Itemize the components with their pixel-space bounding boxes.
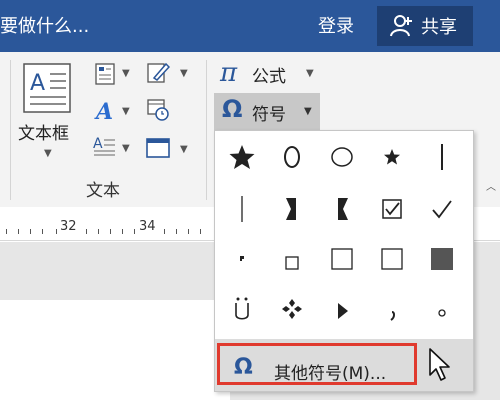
small-star-icon <box>384 149 400 165</box>
quick-parts-icon[interactable] <box>93 62 117 86</box>
pi-icon: π <box>220 58 238 88</box>
chevron-down-icon: ▼ <box>44 148 52 159</box>
square-outline-icon <box>381 248 403 270</box>
symbol-small-square[interactable] <box>269 239 315 283</box>
symbol-circle[interactable] <box>319 135 365 179</box>
ruler-tick <box>56 229 57 234</box>
group-separator <box>206 60 207 200</box>
ruler-tick <box>98 229 99 234</box>
thin-bar-icon <box>241 196 243 222</box>
symbol-square[interactable] <box>319 237 365 281</box>
small-mark-icon <box>240 256 244 261</box>
svg-text:A: A <box>30 71 45 96</box>
group-separator <box>10 60 11 200</box>
share-label: 共享 <box>421 17 457 38</box>
symbol-square-alt[interactable] <box>369 237 415 281</box>
small-circle-icon <box>438 309 446 317</box>
symbol-filled-square[interactable] <box>419 237 465 281</box>
chevron-down-icon: ▼ <box>304 106 312 117</box>
triangle-right-icon <box>338 303 348 319</box>
symbol-small-circle[interactable] <box>419 289 465 333</box>
oval-outline-icon <box>284 146 300 168</box>
ruler-tick <box>188 229 189 234</box>
omega-icon: Ω <box>222 95 243 123</box>
share-button[interactable]: 共享 <box>377 6 473 46</box>
symbol-label: 符号 <box>252 105 286 125</box>
ruler-tick <box>122 229 123 234</box>
checkmark-icon <box>432 200 452 219</box>
star-icon <box>229 145 255 169</box>
ruler-tick <box>110 229 111 234</box>
symbol-dropdown: Ω 其他符号(M)... <box>214 130 474 392</box>
ruler-tick <box>164 229 165 234</box>
symbol-small-star[interactable] <box>369 135 415 179</box>
ruler-tick <box>30 229 31 234</box>
ruler-number: 34 <box>139 219 156 234</box>
wordart-icon[interactable]: A <box>93 98 117 122</box>
symbol-checkbox[interactable] <box>369 187 415 231</box>
chevron-down-icon[interactable]: ▼ <box>122 106 130 117</box>
chevron-down-icon[interactable]: ▼ <box>122 68 130 79</box>
formula-label: 公式 <box>252 67 286 87</box>
vertical-bar-icon <box>441 144 443 170</box>
add-person-icon <box>390 15 412 37</box>
document-page[interactable] <box>0 300 230 400</box>
checkbox-checked-icon <box>382 199 402 219</box>
symbol-right-triangle[interactable] <box>319 289 365 333</box>
ruler-tick <box>42 229 43 234</box>
symbol-star[interactable] <box>219 135 265 179</box>
signature-line-icon[interactable] <box>146 60 170 84</box>
text-group-label: 文本 <box>86 181 120 201</box>
chevron-down-icon[interactable]: ▼ <box>122 143 130 154</box>
symbol-right-half-shape[interactable] <box>269 187 315 231</box>
svg-text:A: A <box>93 136 103 152</box>
comma-icon <box>390 311 396 321</box>
ruler-tick <box>134 229 135 234</box>
right-half-shape-icon <box>286 198 296 220</box>
more-symbols-row: Ω 其他符号(M)... <box>215 339 473 391</box>
omega-icon: Ω <box>234 355 253 380</box>
symbol-u-umlaut[interactable] <box>219 287 265 331</box>
chevron-down-icon[interactable]: ▼ <box>180 68 188 79</box>
symbol-small-mark[interactable] <box>219 237 265 281</box>
object-icon[interactable] <box>146 136 170 160</box>
more-symbols-button[interactable]: Ω 其他符号(M)... <box>217 343 417 385</box>
ruler-tick <box>86 229 87 234</box>
chevron-down-icon: ▼ <box>306 68 314 79</box>
ruler-tick <box>176 229 177 234</box>
symbol-comma[interactable] <box>369 287 415 331</box>
symbol-letter-o[interactable] <box>269 135 315 179</box>
more-symbols-label: 其他符号(M)... <box>274 364 387 384</box>
u-umlaut-icon <box>235 297 249 320</box>
login-button[interactable]: 登录 <box>318 12 354 38</box>
date-time-icon[interactable] <box>146 97 170 121</box>
title-bar: 要做什么... 登录 共享 <box>0 0 500 52</box>
ruler-tick <box>18 229 19 234</box>
small-square-icon <box>285 256 299 270</box>
ruler-number: 32 <box>60 219 77 234</box>
four-diamonds-icon <box>282 299 302 319</box>
circle-outline-icon <box>331 147 353 167</box>
symbol-four-diamonds[interactable] <box>269 287 315 331</box>
symbol-button[interactable]: Ω 符号 ▼ <box>214 93 320 130</box>
tell-me-search[interactable]: 要做什么... <box>0 12 89 38</box>
mouse-pointer-icon <box>429 348 450 381</box>
ruler-tick <box>6 229 7 234</box>
left-half-shape-icon <box>338 198 348 220</box>
ruler-tick <box>200 229 201 234</box>
textbox-label: 文本框 <box>18 124 69 144</box>
chevron-down-icon[interactable]: ▼ <box>180 144 188 155</box>
svg-text:A: A <box>94 99 113 122</box>
textbox-icon: A <box>23 63 71 113</box>
symbol-thin-bar[interactable] <box>219 187 265 231</box>
filled-square-icon <box>431 248 453 270</box>
symbol-vertical-bar[interactable] <box>419 135 465 179</box>
symbol-left-half-shape[interactable] <box>319 187 365 231</box>
drop-cap-icon[interactable]: A <box>92 134 116 158</box>
symbol-checkmark[interactable] <box>419 187 465 231</box>
square-outline-icon <box>331 248 353 270</box>
chevron-up-icon[interactable]: ︿ <box>486 178 496 193</box>
